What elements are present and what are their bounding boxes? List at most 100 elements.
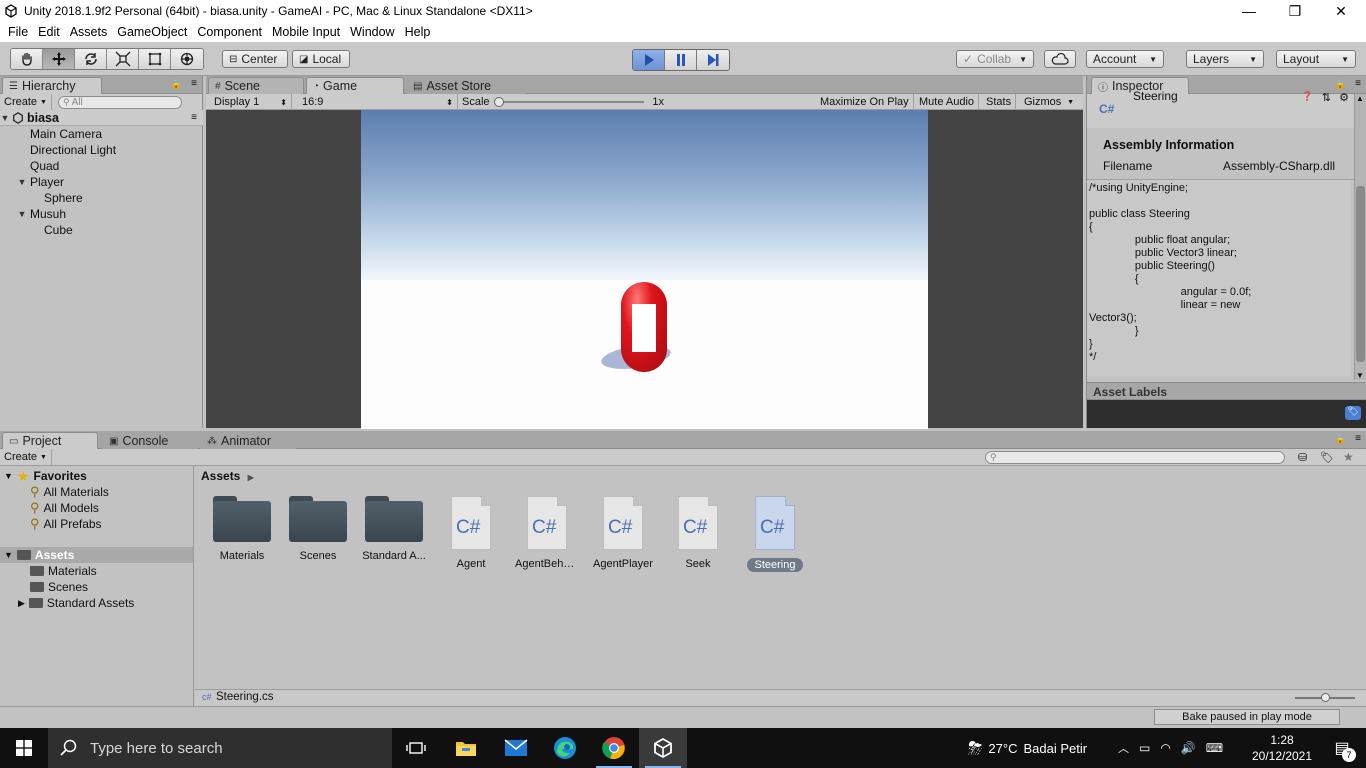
taskbar-mail[interactable]: [492, 728, 540, 768]
menu-edit[interactable]: Edit: [33, 25, 65, 39]
chevron-down-icon[interactable]: ▼: [17, 209, 27, 219]
hand-tool-button[interactable]: [11, 49, 43, 69]
hierarchy-item[interactable]: Directional Light: [0, 142, 203, 158]
tab-asset-store[interactable]: ▤ Asset Store: [406, 77, 526, 94]
taskbar-unity[interactable]: [639, 728, 687, 768]
lock-icon[interactable]: 🔒: [1335, 434, 1346, 445]
weather-widget[interactable]: ⛈ 27°C Badai Petir: [968, 728, 1087, 768]
maximize-on-play-toggle[interactable]: Maximize On Play: [816, 94, 914, 110]
scene-menu-icon[interactable]: ≡: [191, 112, 197, 123]
bake-status[interactable]: Bake paused in play mode: [1154, 709, 1340, 725]
project-create-button[interactable]: Create ▼: [0, 449, 52, 465]
scene-root-row[interactable]: ▼ biasa ≡: [0, 110, 203, 126]
transform-tool-button[interactable]: [171, 49, 203, 69]
slider-thumb[interactable]: [493, 97, 504, 107]
mute-audio-toggle[interactable]: Mute Audio: [915, 94, 980, 110]
chevron-up-icon[interactable]: ︿: [1118, 740, 1129, 756]
cloud-button[interactable]: [1044, 50, 1076, 68]
script-source-view[interactable]: /*using UnityEngine; public class Steeri…: [1087, 180, 1351, 376]
taskbar-edge[interactable]: [541, 728, 589, 768]
asset-tile-script[interactable]: C# AgentPlayer: [587, 496, 659, 570]
scale-slider[interactable]: [493, 97, 645, 107]
tab-console[interactable]: ▣ Console: [102, 432, 198, 449]
taskbar-clock[interactable]: 1:28 20/12/2021: [1250, 728, 1314, 768]
tab-scene[interactable]: # Scene: [208, 77, 304, 94]
close-button[interactable]: ✕: [1318, 0, 1364, 22]
hierarchy-item[interactable]: Sphere: [0, 190, 203, 206]
wifi-icon[interactable]: ◠: [1160, 741, 1170, 755]
collab-button[interactable]: ✓ Collab ▼: [956, 50, 1034, 68]
step-button[interactable]: [697, 50, 729, 70]
game-render-view[interactable]: [361, 110, 928, 429]
inspector-scrollbar[interactable]: ▲ ▼: [1354, 94, 1366, 380]
project-search-input[interactable]: ⚲: [985, 450, 1285, 464]
icon-size-slider[interactable]: [1295, 693, 1355, 702]
tree-folder-standard-assets[interactable]: ▶ Standard Assets: [18, 595, 134, 611]
minimize-button[interactable]: —: [1226, 0, 1272, 22]
hierarchy-item[interactable]: ▼ Musuh: [0, 206, 203, 222]
favorites-row[interactable]: ▼ ★ Favorites: [4, 468, 87, 484]
filter-label-icon[interactable]: 🏷: [1320, 451, 1334, 464]
favorite-star-icon[interactable]: ★: [1343, 450, 1354, 464]
aspect-dropdown[interactable]: 16:9 ⬍: [298, 94, 458, 110]
panel-menu-icon[interactable]: ≡: [191, 78, 197, 89]
taskbar-search-box[interactable]: Type here to search: [48, 728, 392, 768]
assets-breadcrumb[interactable]: Assets ▶: [201, 469, 254, 483]
assets-root-row[interactable]: ▼ Assets: [0, 547, 193, 563]
gear-icon[interactable]: ⚙: [1339, 91, 1349, 104]
menu-assets[interactable]: Assets: [65, 25, 113, 39]
account-dropdown[interactable]: Account ▼: [1086, 50, 1164, 68]
rotate-tool-button[interactable]: [75, 49, 107, 69]
notification-button[interactable]: ▤ 7: [1322, 728, 1362, 768]
scroll-down-icon[interactable]: ▼: [1356, 371, 1364, 380]
menu-component[interactable]: Component: [192, 25, 267, 39]
chevron-down-icon[interactable]: ▼: [17, 177, 27, 187]
maximize-button[interactable]: ❐: [1272, 0, 1318, 22]
tag-icon[interactable]: 🏷: [1345, 406, 1361, 420]
lock-icon[interactable]: 🔒: [171, 79, 182, 90]
rect-tool-button[interactable]: [139, 49, 171, 69]
taskbar-chrome[interactable]: [590, 728, 638, 768]
asset-tile-script-selected[interactable]: C# Steering: [739, 496, 811, 572]
hierarchy-item[interactable]: ▼ Player: [0, 174, 203, 190]
lock-icon[interactable]: 🔒: [1335, 79, 1346, 90]
hierarchy-item[interactable]: Main Camera: [0, 126, 203, 142]
hierarchy-item[interactable]: Quad: [0, 158, 203, 174]
slider-thumb[interactable]: [1321, 693, 1330, 702]
hierarchy-item[interactable]: Cube: [0, 222, 203, 238]
menu-file[interactable]: File: [3, 25, 33, 39]
hierarchy-search-input[interactable]: ⚲ All: [57, 95, 182, 109]
filter-type-icon[interactable]: ⛁: [1298, 451, 1307, 464]
move-tool-button[interactable]: [43, 49, 75, 69]
asset-tile-script[interactable]: C# Agent: [435, 496, 507, 570]
tab-animator[interactable]: ⁂ Animator: [200, 432, 296, 449]
favorite-all-materials[interactable]: ⚲ All Materials: [30, 484, 109, 500]
asset-tile-script[interactable]: C# AgentBehav...: [511, 496, 583, 570]
play-button[interactable]: [633, 50, 665, 70]
battery-icon[interactable]: ▭: [1139, 741, 1150, 755]
stats-toggle[interactable]: Stats: [982, 94, 1017, 110]
menu-mobile-input[interactable]: Mobile Input: [267, 25, 345, 39]
scale-tool-button[interactable]: [107, 49, 139, 69]
asset-tile-script[interactable]: C# Seek: [662, 496, 734, 570]
menu-help[interactable]: Help: [400, 25, 436, 39]
panel-menu-icon[interactable]: ≡: [1355, 433, 1361, 444]
space-local-button[interactable]: ◪ Local: [292, 50, 350, 68]
asset-tile-folder[interactable]: Scenes: [282, 496, 354, 562]
taskbar-file-explorer[interactable]: [442, 728, 490, 768]
layout-dropdown[interactable]: Layout ▼: [1276, 50, 1356, 68]
menu-gameobject[interactable]: GameObject: [112, 25, 192, 39]
start-button[interactable]: [0, 728, 48, 768]
display-dropdown[interactable]: Display 1 ⬍: [210, 94, 292, 110]
menu-window[interactable]: Window: [345, 25, 399, 39]
preset-icon[interactable]: ⇅: [1322, 91, 1331, 104]
task-view-button[interactable]: [392, 728, 440, 768]
pause-button[interactable]: [665, 50, 697, 70]
volume-icon[interactable]: 🔊: [1181, 741, 1196, 755]
tree-folder-scenes[interactable]: Scenes: [30, 579, 88, 595]
tree-folder-materials[interactable]: Materials: [30, 563, 97, 579]
keyboard-icon[interactable]: ⌨: [1206, 741, 1223, 755]
scroll-up-icon[interactable]: ▲: [1356, 94, 1364, 103]
asset-tile-folder[interactable]: Standard A...: [358, 496, 430, 562]
asset-tile-folder[interactable]: Materials: [206, 496, 278, 562]
